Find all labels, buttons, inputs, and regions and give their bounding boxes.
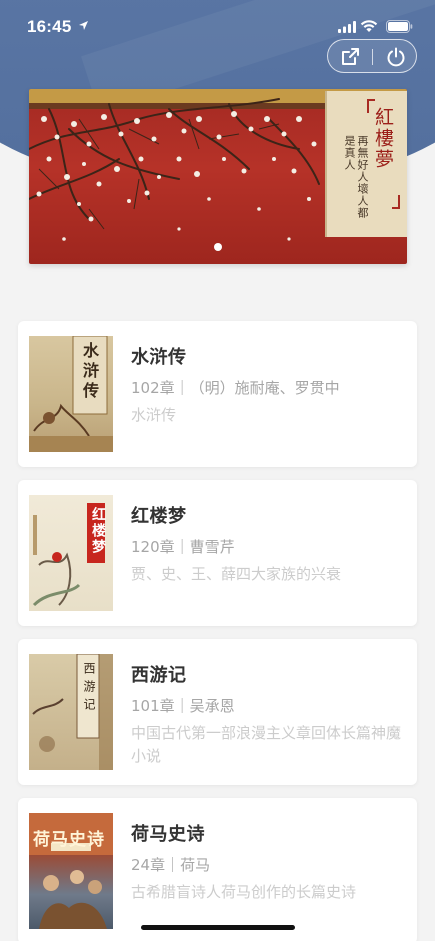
cover-title-xiyouji: 西游记 xyxy=(82,662,96,716)
book-description: 古希腊盲诗人荷马创作的长篇史诗 xyxy=(131,883,357,901)
banner-carousel[interactable]: 紅樓夢 再無好人壞人都是真人 xyxy=(29,89,407,264)
book-cover-homer: 荷马史诗 xyxy=(29,813,113,929)
book-cover-hongloumeng: 红楼梦 xyxy=(29,495,113,611)
battery-icon xyxy=(386,20,413,33)
banner-bracket-bottom xyxy=(392,195,400,209)
book-meta: 102章｜（明）施耐庵、罗贯中 xyxy=(131,379,340,397)
book-meta: 120章｜曹雪芹 xyxy=(131,538,235,556)
book-card-xiyouji[interactable]: 西游记 西游记 101章｜吴承恩 中国古代第一部浪漫主义章回体长篇神魔小说 xyxy=(18,639,417,785)
home-indicator[interactable] xyxy=(141,925,295,930)
capsule-divider xyxy=(372,49,373,65)
book-card-shuihu[interactable]: 水浒传 水浒传 102章｜（明）施耐庵、罗贯中 水浒传 xyxy=(18,321,417,467)
mini-program-capsule xyxy=(327,39,417,73)
page: 16:45 紅樓夢 再無好人壞人都是真人 水浒传 水浒传 102章｜（明）施耐庵… xyxy=(0,0,435,941)
book-cover-shuihu: 水浒传 xyxy=(29,336,113,452)
book-description: 水浒传 xyxy=(131,406,177,424)
book-title: 西游记 xyxy=(131,665,187,686)
book-title: 荷马史诗 xyxy=(131,824,205,845)
cover-art-shuihu xyxy=(29,336,113,452)
banner-subtitle: 再無好人壞人都是真人 xyxy=(343,135,369,219)
cover-title-homer: 荷马史诗 xyxy=(33,830,105,850)
book-title: 水浒传 xyxy=(131,347,187,368)
status-time: 16:45 xyxy=(27,17,72,36)
book-meta: 24章｜荷马 xyxy=(131,856,211,874)
book-description: 中国古代第一部浪漫主义章回体长篇神魔小说 xyxy=(131,724,402,765)
book-description: 贾、史、王、薛四大家族的兴衰 xyxy=(131,565,342,583)
status-bar: 16:45 xyxy=(0,0,435,44)
book-cover-xiyouji: 西游记 xyxy=(29,654,113,770)
book-title: 红楼梦 xyxy=(131,506,187,527)
cover-title-shuihu: 水浒传 xyxy=(80,342,99,402)
banner-title: 紅樓夢 xyxy=(372,107,394,170)
book-card-hongloumeng[interactable]: 红楼梦 红楼梦 120章｜曹雪芹 贾、史、王、薛四大家族的兴衰 xyxy=(18,480,417,626)
book-meta: 101章｜吴承恩 xyxy=(131,697,235,715)
carousel-indicator-dot[interactable] xyxy=(214,243,222,251)
cover-title-hongloumeng: 红楼梦 xyxy=(90,507,106,555)
book-card-homer[interactable]: 荷马史诗 荷马史诗 24章｜荷马 古希腊盲诗人荷马创作的长篇史诗 xyxy=(18,798,417,941)
cellular-signal-icon xyxy=(338,21,356,33)
cover-art-xiyouji xyxy=(32,654,113,770)
banner-title-panel: 紅樓夢 再無好人壞人都是真人 xyxy=(325,91,407,237)
share-icon[interactable] xyxy=(340,47,360,67)
wifi-icon xyxy=(360,20,378,32)
location-arrow-icon xyxy=(79,21,88,30)
power-icon[interactable] xyxy=(386,47,406,67)
